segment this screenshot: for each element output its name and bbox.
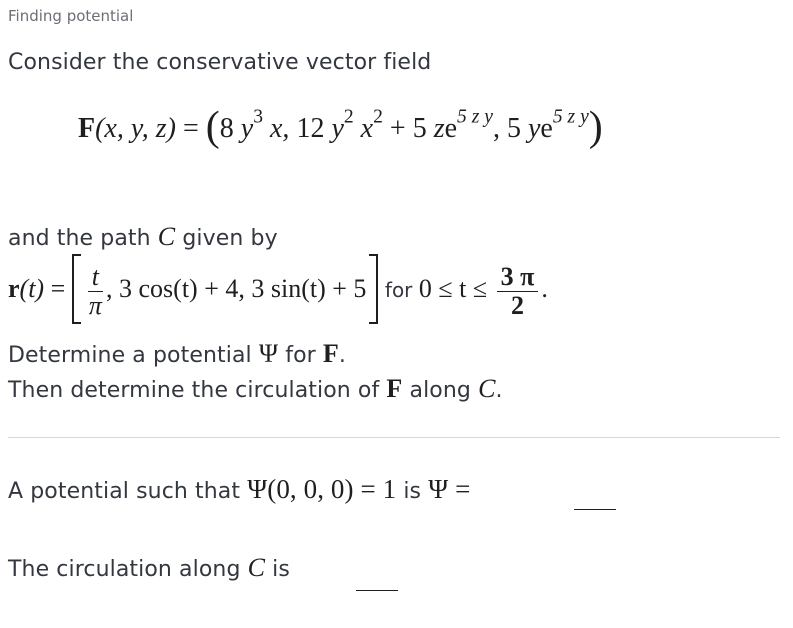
task1-before: Determine a potential (8, 343, 252, 368)
comp1-rest: x, (270, 113, 290, 144)
t-over-pi-fraction: tπ (87, 263, 103, 320)
vector-field-formula: F(x, y, z) = (8 y3 x, 12 y2 x2 + 5 ze5 z… (78, 106, 603, 148)
comp1-var: y (240, 113, 254, 144)
path-formula: r(t) = tπ, 3 cos(t) + 4, 3 sin(t) + 5 fo… (8, 254, 548, 326)
path-r: r (8, 273, 20, 303)
q1-mid: is (403, 479, 422, 504)
exponent-1: 5 z y (457, 106, 493, 128)
exponent-2: 5 z y (552, 106, 589, 128)
comp3-var: y (527, 113, 541, 144)
circulation-answer-field[interactable] (356, 590, 398, 591)
field-F: F (386, 374, 403, 403)
comp2-coef: 12 (296, 113, 325, 144)
task2-before: Then determine the circulation of (8, 378, 380, 403)
comp2-plus: + 5 (389, 113, 427, 144)
field-F: F (322, 339, 339, 368)
path-var-c: C (157, 222, 176, 251)
page-title: Finding potential (8, 7, 134, 25)
upper-bound-fraction: 3 π2 (496, 263, 539, 320)
comp2-var1: y (331, 113, 344, 144)
equals-sign: = (182, 113, 199, 144)
open-paren: ( (205, 104, 220, 150)
path-arg: (t) (19, 273, 45, 303)
path-intro: and the path C given by (8, 222, 278, 252)
field-args: (x, y, z) (95, 113, 176, 144)
comp2-var2: x (360, 113, 374, 144)
field-symbol: F (78, 113, 96, 144)
frac-den: π (88, 290, 102, 320)
path-intro-after: given by (182, 226, 278, 251)
bound-num: 3 π (496, 263, 539, 292)
path-var-c: C (478, 374, 496, 403)
comp2-z: z (433, 113, 445, 144)
q2-before: The circulation along (8, 557, 241, 582)
intro-text: Consider the conservative vector field (8, 50, 432, 75)
comp2-exp2: 2 (373, 106, 383, 128)
path-equals: = (50, 273, 66, 303)
question-potential: A potential such that Ψ(0, 0, 0) = 1 is … (8, 474, 470, 505)
task-potential: Determine a potential Ψ for F. (8, 339, 346, 369)
question-circulation: The circulation along C is (8, 553, 290, 583)
task2-end: . (495, 378, 503, 403)
comp3-coef: , 5 (492, 113, 521, 144)
exp-e-2: e (540, 113, 553, 144)
section-divider (8, 437, 780, 438)
potential-answer-field[interactable] (574, 509, 616, 510)
for-label: for (384, 277, 413, 302)
path-components: , 3 cos(t) + 4, 3 sin(t) + 5 (106, 273, 367, 303)
close-paren: ) (588, 104, 603, 150)
q2-after: is (272, 557, 290, 582)
q1-condition: Ψ(0, 0, 0) = 1 (247, 474, 397, 504)
psi-symbol: Ψ (258, 339, 279, 368)
path-intro-before: and the path (8, 226, 151, 251)
bound-den: 2 (511, 290, 525, 320)
left-bracket (71, 254, 81, 324)
right-bracket (369, 254, 379, 324)
t-range: 0 ≤ t ≤ (418, 273, 488, 303)
comp1-coef: 8 (219, 113, 234, 144)
q1-psi-eq: Ψ = (428, 474, 471, 504)
comp2-exp1: 2 (343, 106, 354, 128)
frac-num: t (87, 263, 103, 292)
task1-end: . (338, 343, 346, 368)
comp1-exp: 3 (253, 106, 263, 128)
period: . (541, 273, 548, 303)
task-circulation: Then determine the circulation of F alon… (8, 374, 503, 404)
task2-mid: along (409, 378, 471, 403)
exp-e: e (444, 113, 458, 144)
task1-mid: for (285, 343, 316, 368)
q1-before: A potential such that (8, 479, 241, 504)
path-var-c: C (247, 553, 266, 582)
